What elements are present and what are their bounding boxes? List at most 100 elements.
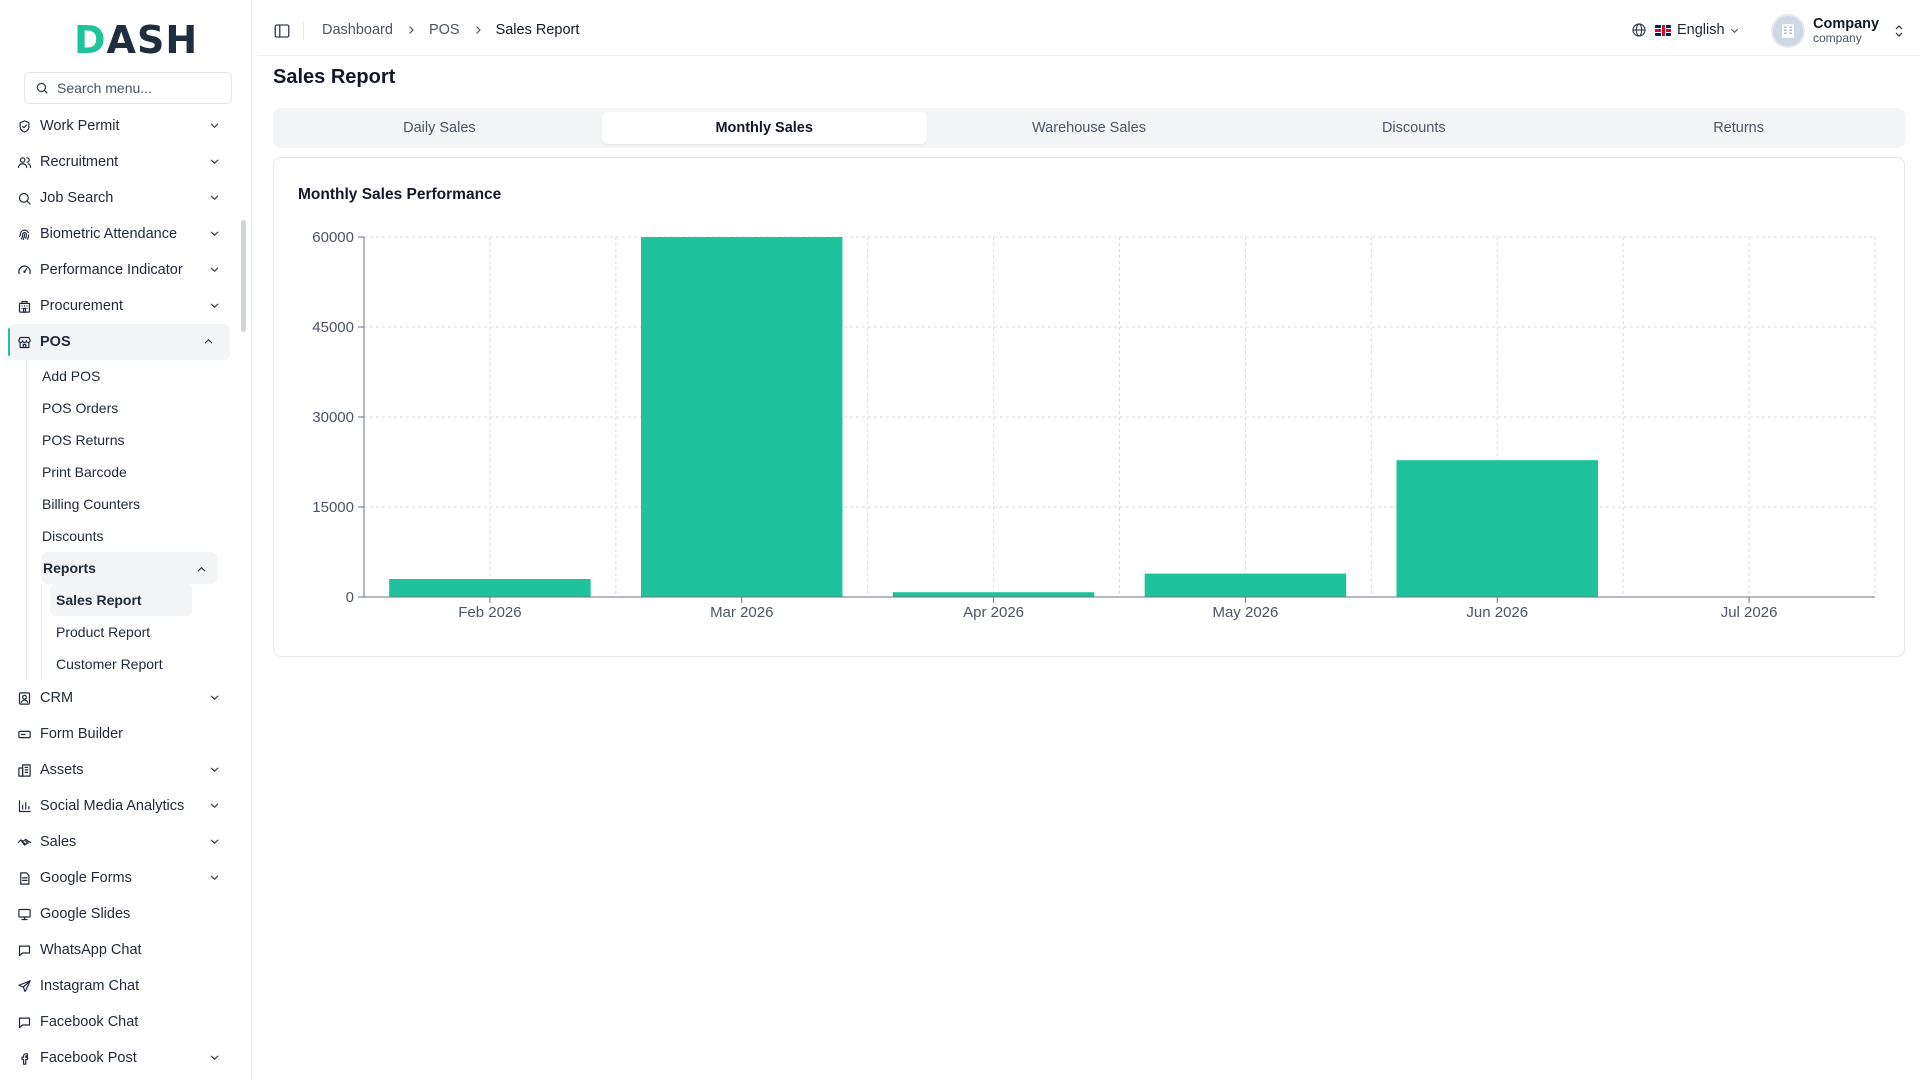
sidebar-item-label: Biometric Attendance: [40, 226, 178, 242]
search-input[interactable]: [57, 80, 217, 96]
language-selector[interactable]: English: [1631, 22, 1740, 38]
chevron-down-icon: [209, 191, 220, 207]
sidebar-scrollbar[interactable]: [241, 220, 246, 332]
tab-daily-sales[interactable]: Daily Sales: [277, 112, 602, 144]
x-tick-label: Feb 2026: [458, 604, 521, 621]
x-tick-label: Apr 2026: [963, 604, 1024, 621]
tab-discounts[interactable]: Discounts: [1251, 112, 1576, 144]
sidebar-subitem-sales-report[interactable]: Sales Report: [50, 584, 192, 616]
sidebar-item-label: Google Slides: [40, 906, 131, 922]
chevron-down-icon: [209, 763, 220, 779]
sidebar-item-label: WhatsApp Chat: [40, 942, 142, 958]
building-avatar-icon: [1782, 24, 1794, 38]
sidebar-item-label: Google Forms: [40, 870, 132, 886]
sidebar-item-instagram-chat[interactable]: Instagram Chat: [0, 968, 236, 1004]
sidebar-subitem-pos-orders[interactable]: POS Orders: [27, 392, 236, 424]
sidebar-subitem-customer-report[interactable]: Customer Report: [42, 648, 236, 680]
bar-may-2026: [1144, 573, 1347, 597]
user-menu[interactable]: Company company: [1771, 14, 1905, 48]
chevron-up-icon: [196, 562, 207, 578]
chevrons-up-down-icon: [1895, 25, 1903, 37]
sidebar-item-biometric-attendance[interactable]: Biometric Attendance: [0, 216, 236, 252]
sidebar-subitem-discounts[interactable]: Discounts: [27, 520, 236, 552]
sidebar-item-label: CRM: [40, 690, 74, 706]
chevron-down-icon: [209, 871, 220, 887]
sidebar-item-label: Procurement: [40, 298, 124, 314]
sidebar-item-label: Assets: [40, 762, 84, 778]
chevron-down-icon: [209, 299, 220, 315]
language-label: English: [1677, 22, 1725, 38]
logo-letter-d: D: [74, 18, 107, 62]
y-tick-label: 15000: [312, 499, 354, 516]
sidebar-item-pos[interactable]: POS: [8, 324, 230, 360]
globe-icon: [1632, 23, 1646, 37]
chevron-down-icon: [1730, 28, 1738, 33]
sidebar-item-facebook-chat[interactable]: Facebook Chat: [0, 1004, 236, 1040]
sidebar-item-label: Form Builder: [40, 726, 123, 742]
sidebar-subitem-product-report[interactable]: Product Report: [42, 616, 236, 648]
x-tick-label: May 2026: [1212, 604, 1278, 621]
sidebar-toggle-icon[interactable]: [273, 22, 291, 40]
search-menu[interactable]: [24, 72, 232, 104]
avatar: [1771, 14, 1805, 48]
sidebar-item-sales[interactable]: Sales: [0, 824, 236, 860]
breadcrumb-pos[interactable]: POS: [429, 22, 460, 38]
header-divider: [303, 22, 304, 40]
sidebar-subitem-print-barcode[interactable]: Print Barcode: [27, 456, 236, 488]
sidebar-item-form-builder[interactable]: Form Builder: [0, 716, 236, 752]
tab-monthly-sales[interactable]: Monthly Sales: [601, 112, 927, 144]
sidebar-item-performance-indicator[interactable]: Performance Indicator: [0, 252, 236, 288]
sidebar-item-whatsapp-chat[interactable]: WhatsApp Chat: [0, 932, 236, 968]
sidebar-item-recruitment[interactable]: Recruitment: [0, 144, 236, 180]
chevron-right-icon: [405, 24, 417, 36]
search-icon: [16, 190, 32, 206]
users-icon: [16, 154, 32, 170]
sidebar-item-work-permit[interactable]: Work Permit: [0, 108, 236, 144]
chevron-down-icon: [209, 835, 220, 851]
y-tick-label: 60000: [312, 229, 354, 246]
sidebar-item-assets[interactable]: Assets: [0, 752, 236, 788]
handshake-icon: [16, 834, 32, 850]
sidebar-item-label: Facebook Chat: [40, 1014, 139, 1030]
chevron-right-icon: [472, 24, 484, 36]
logo-letters: ASH: [106, 18, 199, 62]
gauge-icon: [16, 262, 32, 278]
tab-returns[interactable]: Returns: [1576, 112, 1901, 144]
chevron-down-icon: [209, 1051, 220, 1067]
dash-logo[interactable]: DASH: [74, 18, 199, 62]
bar-feb-2026: [389, 579, 591, 597]
sidebar-item-facebook-post[interactable]: Facebook Post: [0, 1040, 236, 1076]
fingerprint-icon: [16, 226, 32, 242]
sidebar-item-crm[interactable]: CRM: [0, 680, 236, 716]
breadcrumb-current: Sales Report: [495, 22, 580, 38]
x-tick-label: Jun 2026: [1466, 604, 1528, 621]
y-tick-label: 0: [346, 589, 354, 606]
document-icon: [16, 870, 32, 886]
sidebar-item-label: Job Search: [40, 190, 114, 206]
building-icon: [16, 298, 32, 314]
tab-warehouse-sales[interactable]: Warehouse Sales: [927, 112, 1252, 144]
chat-icon: [16, 942, 32, 958]
x-tick-label: Jul 2026: [1721, 604, 1778, 621]
sidebar-item-google-slides[interactable]: Google Slides: [0, 896, 236, 932]
sidebar-subitem-pos-returns[interactable]: POS Returns: [27, 424, 236, 456]
facebook-icon: [16, 1050, 32, 1066]
user-name: Company: [1813, 16, 1880, 33]
bar-jun-2026: [1396, 460, 1598, 597]
y-tick-label: 30000: [312, 409, 354, 426]
report-tabs: Daily Sales Monthly Sales Warehouse Sales D…: [273, 108, 1905, 148]
sidebar-item-social-media-analytics[interactable]: Social Media Analytics: [0, 788, 236, 824]
breadcrumb: Dashboard POS Sales Report: [322, 22, 579, 38]
sidebar: DASH Work Permit Recruitment Job Search Bio…: [0, 0, 252, 1080]
sidebar-item-google-forms[interactable]: Google Forms: [0, 860, 236, 896]
sidebar-subitem-billing-counters[interactable]: Billing Counters: [27, 488, 236, 520]
breadcrumb-dashboard[interactable]: Dashboard: [322, 22, 393, 38]
chevron-down-icon: [209, 155, 220, 171]
monthly-sales-chart: 0 15000 30000 45000 60000 Feb 2026 Mar 2026 Apr…: [312, 229, 1876, 621]
sidebar-subitem-reports[interactable]: Reports: [41, 552, 217, 584]
sidebar-menu: Work Permit Recruitment Job Search Biometri…: [0, 108, 236, 1076]
sidebar-item-job-search[interactable]: Job Search: [0, 180, 236, 216]
search-icon: [36, 82, 48, 94]
sidebar-subitem-add-pos[interactable]: Add POS: [27, 360, 236, 392]
sidebar-item-procurement[interactable]: Procurement: [0, 288, 236, 324]
